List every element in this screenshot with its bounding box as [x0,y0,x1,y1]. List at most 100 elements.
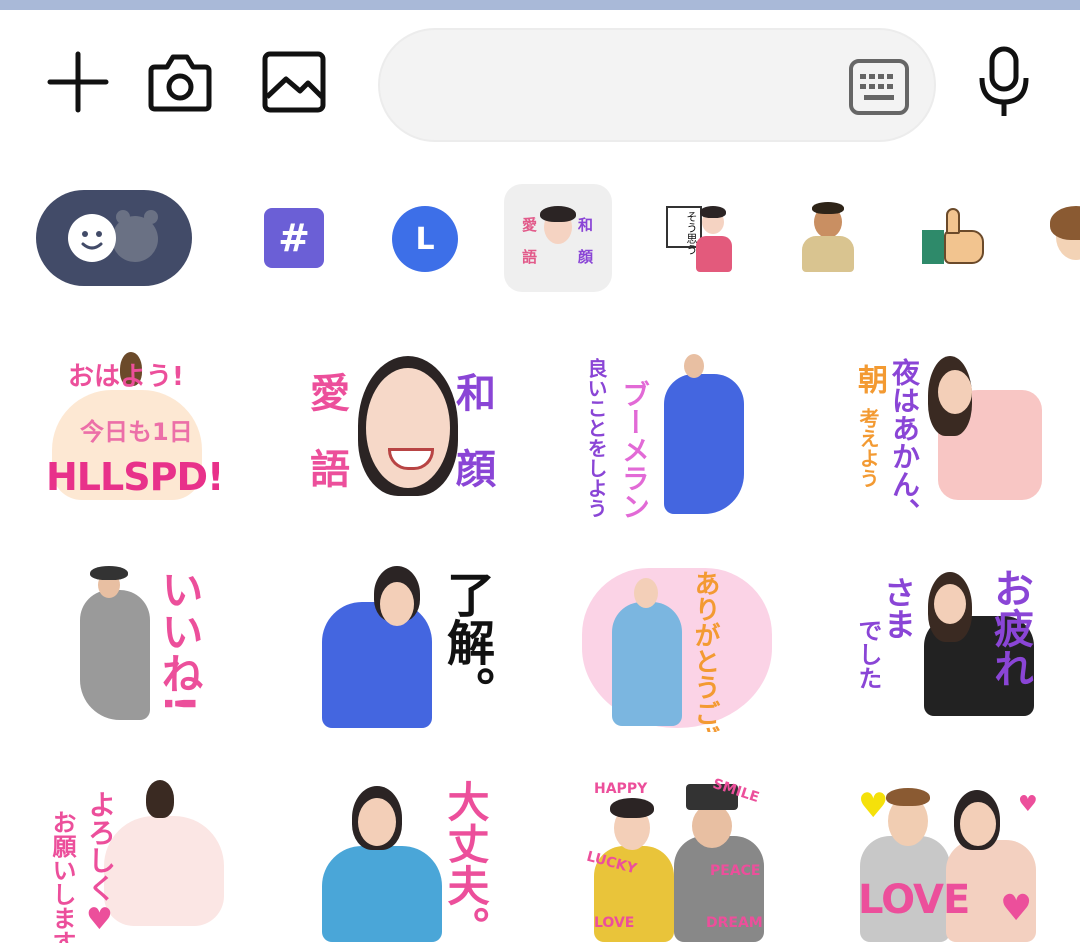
hashtag-tab[interactable]: # [264,208,324,268]
pack-char: 和 [578,216,594,234]
girl-thumbnail [1042,200,1080,276]
face-illustration [692,804,732,848]
sticker-text: いいね! [155,568,204,714]
sticker-yoroshiku[interactable]: よろしく お願いします ♥ [44,776,244,943]
heart-icon: ♥ [1000,888,1033,929]
sticker-text: よろしく [84,790,117,902]
pack-char: 語 [522,248,538,266]
sticker-text: お疲れ [987,568,1033,688]
message-input[interactable] [416,60,840,112]
sticker-pack-tab[interactable] [1040,198,1080,278]
dress-illustration [104,816,224,926]
sticker-text: 大丈夫。 [441,780,490,943]
sign-woman-thumbnail: そう思う [662,200,738,276]
sleeve-illustration [922,230,944,264]
sticker-text: 顔 [456,447,496,493]
hair-illustration [812,202,844,214]
sticker-text: 考えよう [856,408,880,488]
thumbs-up-thumbnail [916,200,992,276]
hair-illustration [700,206,726,218]
face-illustration [938,370,972,414]
sticker-text: ブーメラン [618,380,651,520]
sticker-text: PEACE [710,863,761,879]
sticker-text: 和 [456,371,496,417]
fist-illustration [944,230,984,264]
dress-illustration [664,374,744,514]
sticker-ohayou[interactable]: おはよう! 今日も1日 HLLSPD! [40,350,240,520]
sticker-text: LOVE [858,877,970,923]
outfit-illustration [696,236,732,272]
arms-illustration [802,236,854,272]
sticker-text: HLLSPD! [46,455,224,499]
smiley-face-icon [68,214,116,262]
hair-illustration [540,206,576,222]
sticker-otsukaresama[interactable]: さま でした お疲れ [850,562,1050,732]
sticker-text: おはよう! [68,362,184,392]
sticker-text: 良いことをしよう [584,358,608,518]
sticker-ryoukai[interactable]: 了解。 [322,562,522,732]
heart-icon: ♥ [86,902,113,937]
hair-illustration [886,788,930,806]
sticker-text: 今日も1日 [80,418,193,446]
hair-illustration [146,780,174,818]
face-illustration [960,802,996,846]
bear-face-icon [112,216,158,262]
aiwa-pack-thumbnail: 愛 和 語 顔 [520,200,596,276]
hair-illustration [610,798,654,818]
sticker-text: さま [879,576,917,640]
sticker-text: 朝 [852,364,887,394]
sticker-text: 夜はあかん、 [888,358,921,520]
camera-icon[interactable] [138,40,222,124]
emoji-tab[interactable] [36,190,192,286]
dress-illustration [612,602,682,726]
hair-illustration [1050,206,1080,240]
sticker-grid: おはよう! 今日も1日 HLLSPD! 愛 和 語 顔 良いことをしよう ブーメ… [0,340,1080,943]
sticker-arigatou[interactable]: ありがとうございます! [582,562,782,732]
sticker-text: でした [854,618,882,690]
l-tab[interactable]: L [392,206,458,272]
top-strip [0,0,1080,10]
face-illustration [366,368,450,488]
face-illustration [684,354,704,378]
face-illustration [634,578,658,608]
selected-sticker-pack-tab[interactable]: 愛 和 語 顔 [504,184,612,292]
pack-char: 愛 [522,216,538,234]
sticker-iine[interactable]: いいね! [60,562,260,732]
hashtag-icon: # [278,216,310,260]
image-icon[interactable] [252,40,336,124]
dress-illustration [322,602,432,728]
sticker-happy-couple[interactable]: HAPPY SMILE LUCKY PEACE LOVE DREAM [580,776,780,943]
message-input-field[interactable] [378,28,936,142]
heart-icon: ♥ [1018,792,1038,817]
sticker-pack-tab[interactable] [788,198,868,278]
heart-icon: ♥ [858,786,889,826]
face-illustration [380,582,414,626]
face-illustration [934,584,966,624]
keyboard-icon[interactable] [848,58,910,116]
sticker-aiwa[interactable]: 愛 和 語 顔 [306,350,506,520]
sticker-text: 愛 [310,371,350,417]
sticker-pack-tab[interactable]: そう思う [660,198,740,278]
face-illustration [358,798,396,846]
sticker-text: LOVE [594,915,635,931]
hat-illustration [90,566,128,580]
dress-illustration [322,846,442,942]
sticker-text: DREAM [706,915,763,931]
sticker-boomerang[interactable]: 良いことをしよう ブーメラン [580,350,780,520]
sticker-tabs: # L 愛 和 語 顔 そう思う [0,180,1080,300]
sticker-text: お願いします [48,810,76,943]
sticker-love[interactable]: ♥ ♥ LOVE ♥ [850,776,1050,943]
man-thumbnail [790,200,866,276]
sticker-pack-tab[interactable] [914,198,994,278]
sticker-text: 語 [310,447,350,493]
l-tab-label: L [415,221,435,257]
sticker-text: ありがとうございます! [690,570,720,732]
sticker-daijoubu[interactable]: 大丈夫。 [316,776,516,943]
plus-icon[interactable] [36,40,120,124]
sticker-text: HAPPY [594,781,648,797]
dress-illustration [80,590,150,720]
sticker-text: 了解。 [438,570,494,714]
microphone-icon[interactable] [968,40,1040,124]
pack-char: 顔 [578,248,594,266]
sticker-yoru[interactable]: 朝 夜はあかん、 考えよう [848,350,1048,520]
